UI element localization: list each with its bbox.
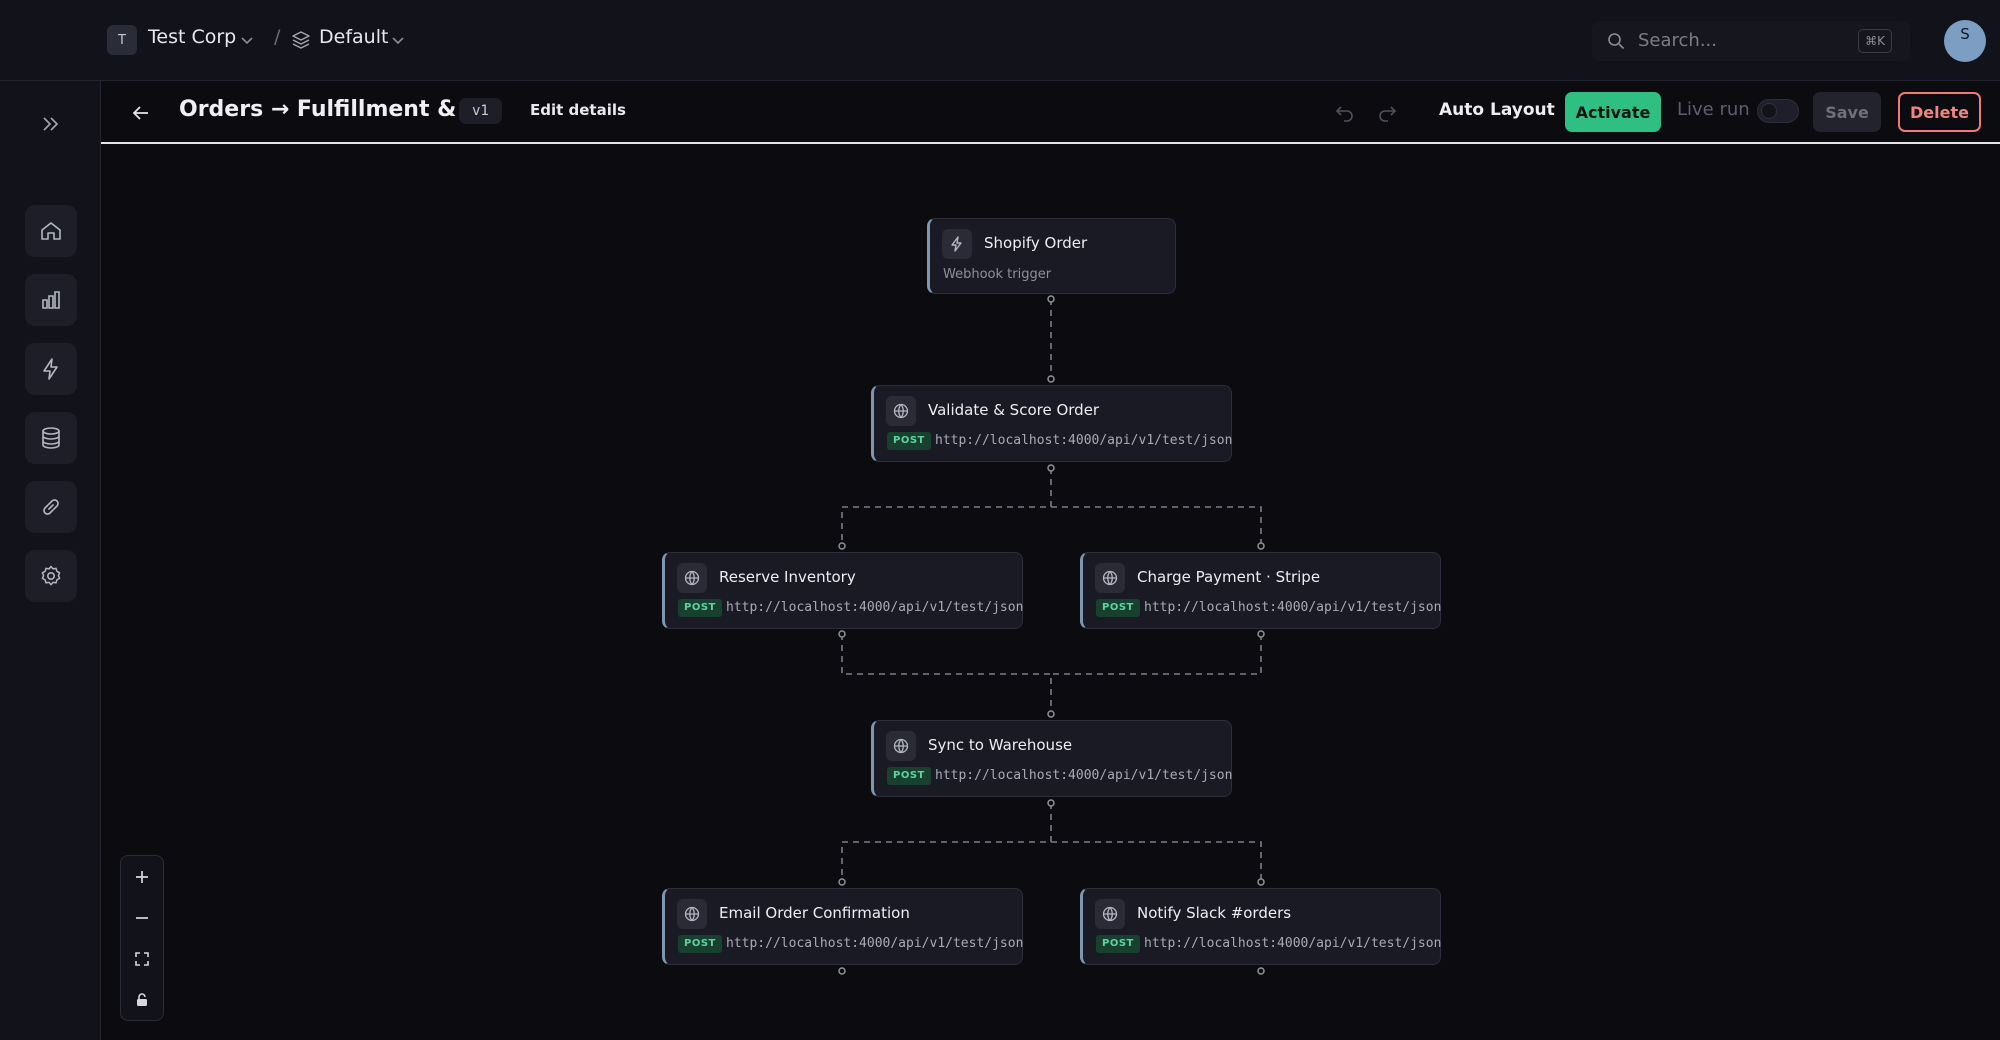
node-subtitle: Webhook trigger xyxy=(943,267,1052,282)
minus-icon xyxy=(136,917,148,919)
globe-icon xyxy=(677,899,707,929)
zoom-out-button[interactable] xyxy=(121,898,163,938)
undo-icon[interactable] xyxy=(1334,101,1356,123)
node-validate-score-order[interactable]: Validate & Score Order POST http://local… xyxy=(871,385,1232,462)
method-badge: POST xyxy=(678,935,722,953)
home-icon xyxy=(41,222,61,240)
bar-chart-icon xyxy=(42,291,60,309)
globe-icon xyxy=(886,731,916,761)
fit-view-icon xyxy=(135,952,149,966)
avatar[interactable]: S xyxy=(1944,20,1986,62)
node-title: Reserve Inventory xyxy=(719,568,856,586)
database-icon xyxy=(42,427,60,449)
search-shortcut: ⌘K xyxy=(1858,29,1892,53)
expand-sidebar-icon[interactable] xyxy=(38,111,64,137)
delete-button[interactable]: Delete xyxy=(1898,92,1981,132)
workflow-canvas[interactable]: Shopify Order Webhook trigger Validate &… xyxy=(101,146,2000,1040)
workflow-header: Orders → Fulfillment & ... v1 Edit detai… xyxy=(101,81,2000,144)
search-placeholder: Search... xyxy=(1638,30,1718,51)
breadcrumb-separator: / xyxy=(274,26,281,48)
method-badge: POST xyxy=(887,767,931,785)
node-title: Sync to Warehouse xyxy=(928,736,1073,754)
lightning-icon xyxy=(43,358,58,380)
sidebar-item-connections[interactable] xyxy=(25,481,77,533)
globe-icon xyxy=(886,396,916,426)
page-title: Orders → Fulfillment & ... xyxy=(179,97,490,122)
node-shopify-order[interactable]: Shopify Order Webhook trigger xyxy=(927,218,1176,294)
node-url: http://localhost:4000/api/v1/test/json xyxy=(726,936,1024,951)
chevron-down-icon[interactable] xyxy=(237,30,257,50)
node-charge-payment-stripe[interactable]: Charge Payment · Stripe POST http://loca… xyxy=(1080,552,1441,629)
sidebar-item-analytics[interactable] xyxy=(25,274,77,326)
method-badge: POST xyxy=(1096,935,1140,953)
globe-icon xyxy=(1095,563,1125,593)
globe-icon xyxy=(1095,899,1125,929)
auto-layout-button[interactable]: Auto Layout xyxy=(1439,100,1555,120)
redo-icon[interactable] xyxy=(1376,101,1398,123)
edit-details-button[interactable]: Edit details xyxy=(530,101,626,119)
search-input[interactable]: Search... ⌘K xyxy=(1592,21,1910,61)
method-badge: POST xyxy=(1096,599,1140,617)
node-sync-to-warehouse[interactable]: Sync to Warehouse POST http://localhost:… xyxy=(871,720,1232,797)
sidebar-item-database[interactable] xyxy=(25,412,77,464)
back-arrow-icon[interactable] xyxy=(129,101,153,125)
node-url: http://localhost:4000/api/v1/test/json xyxy=(935,768,1233,783)
node-title: Shopify Order xyxy=(984,234,1088,252)
node-url: http://localhost:4000/api/v1/test/json xyxy=(726,600,1024,615)
org-switcher[interactable]: Test Corp xyxy=(148,26,236,48)
node-title: Charge Payment · Stripe xyxy=(1137,568,1321,586)
node-email-order-confirmation[interactable]: Email Order Confirmation POST http://loc… xyxy=(662,888,1023,965)
layers-icon xyxy=(292,31,310,49)
save-button[interactable]: Save xyxy=(1813,92,1881,132)
live-run-label: Live run xyxy=(1677,99,1750,120)
node-url: http://localhost:4000/api/v1/test/json xyxy=(1144,936,1442,951)
search-icon xyxy=(1608,33,1625,50)
lightning-icon xyxy=(942,229,972,259)
lock-canvas-button[interactable] xyxy=(121,980,163,1020)
sidebar-item-home[interactable] xyxy=(25,205,77,257)
globe-icon xyxy=(677,563,707,593)
lock-icon xyxy=(137,993,147,1006)
top-bar: T Test Corp / Default Search... ⌘K S xyxy=(0,0,2000,81)
method-badge: POST xyxy=(887,432,931,450)
zoom-in-button[interactable] xyxy=(121,857,163,897)
link-icon xyxy=(43,499,59,515)
live-run-toggle[interactable] xyxy=(1757,99,1799,123)
plus-icon xyxy=(136,871,148,883)
node-notify-slack-orders[interactable]: Notify Slack #orders POST http://localho… xyxy=(1080,888,1441,965)
gear-icon xyxy=(41,565,61,586)
version-badge: v1 xyxy=(459,98,502,124)
node-url: http://localhost:4000/api/v1/test/json xyxy=(935,433,1233,448)
sidebar-item-settings[interactable] xyxy=(25,550,77,602)
org-badge[interactable]: T xyxy=(107,25,137,55)
sidebar-item-triggers[interactable] xyxy=(25,343,77,395)
node-reserve-inventory[interactable]: Reserve Inventory POST http://localhost:… xyxy=(662,552,1023,629)
sidebar xyxy=(0,81,101,1040)
workspace-switcher[interactable]: Default xyxy=(319,26,388,48)
fit-view-button[interactable] xyxy=(121,939,163,979)
node-title: Email Order Confirmation xyxy=(719,904,910,922)
node-title: Validate & Score Order xyxy=(928,401,1100,419)
canvas-controls xyxy=(120,855,164,1021)
chevron-down-icon[interactable] xyxy=(388,30,408,50)
node-url: http://localhost:4000/api/v1/test/json xyxy=(1144,600,1442,615)
node-title: Notify Slack #orders xyxy=(1137,904,1292,922)
activate-button[interactable]: Activate xyxy=(1565,92,1661,132)
method-badge: POST xyxy=(678,599,722,617)
